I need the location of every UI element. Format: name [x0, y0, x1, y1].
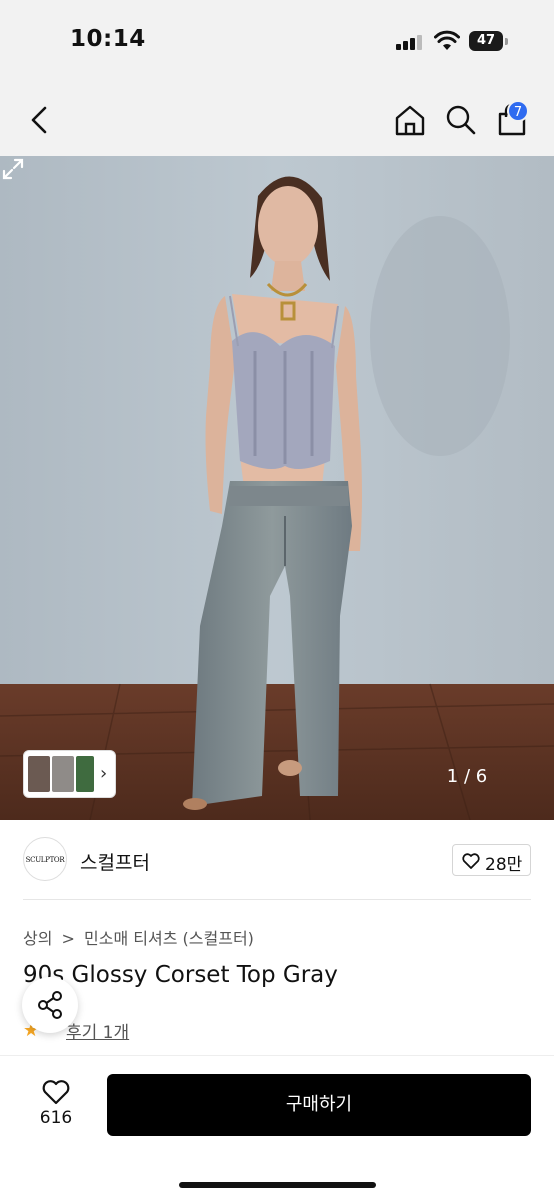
- wifi-icon: [434, 30, 460, 50]
- breadcrumb-separator: >: [61, 929, 75, 948]
- brand-like-button[interactable]: 28만: [452, 844, 531, 876]
- heart-icon: [462, 853, 480, 869]
- expand-icon[interactable]: [0, 156, 26, 182]
- breadcrumb: 상의 > 민소매 티셔츠 (스컬프터): [23, 925, 258, 949]
- nav-bar: [0, 84, 554, 156]
- brand-row[interactable]: SCULPTOR 스컬프터 28만: [0, 820, 554, 900]
- buy-button[interactable]: 구매하기: [107, 1074, 531, 1136]
- wishlist-heart-icon[interactable]: [40, 1076, 72, 1108]
- brand-like-count: 28만: [485, 855, 523, 875]
- bottom-action-bar: 616 구매하기: [0, 1055, 554, 1200]
- thumbnail-2[interactable]: [52, 756, 74, 792]
- thumbnail-3[interactable]: [76, 756, 94, 792]
- cart-count-badge: 7: [507, 100, 529, 122]
- share-button[interactable]: [22, 977, 78, 1033]
- status-time: 10:14: [70, 26, 146, 52]
- breadcrumb-category[interactable]: 상의: [23, 929, 52, 948]
- product-photo: [0, 156, 554, 820]
- back-icon[interactable]: [24, 102, 56, 138]
- battery-cap: [505, 38, 508, 45]
- product-image-gallery[interactable]: › 1 / 6: [0, 156, 554, 820]
- thumbnail-strip[interactable]: ›: [23, 750, 116, 798]
- search-icon[interactable]: [443, 102, 479, 138]
- review-link[interactable]: 후기 1개: [66, 1018, 129, 1043]
- chevron-right-icon: ›: [100, 763, 108, 784]
- breadcrumb-subcategory[interactable]: 민소매 티셔츠 (스컬프터): [84, 929, 254, 948]
- wishlist-count: 616: [39, 1108, 73, 1128]
- divider: [23, 899, 531, 900]
- product-title: 90s Glossy Corset Top Gray: [23, 962, 338, 988]
- share-icon: [38, 991, 62, 1019]
- image-counter: 1 / 6: [446, 766, 488, 787]
- signal-icon: [396, 34, 426, 50]
- brand-logo[interactable]: SCULPTOR: [23, 837, 67, 881]
- battery-icon: 47: [469, 31, 503, 51]
- home-indicator: [179, 1182, 376, 1188]
- thumbnail-1[interactable]: [28, 756, 50, 792]
- brand-name[interactable]: 스컬프터: [80, 848, 150, 875]
- home-icon[interactable]: [392, 102, 428, 138]
- status-bar: 10:14 47: [0, 0, 554, 84]
